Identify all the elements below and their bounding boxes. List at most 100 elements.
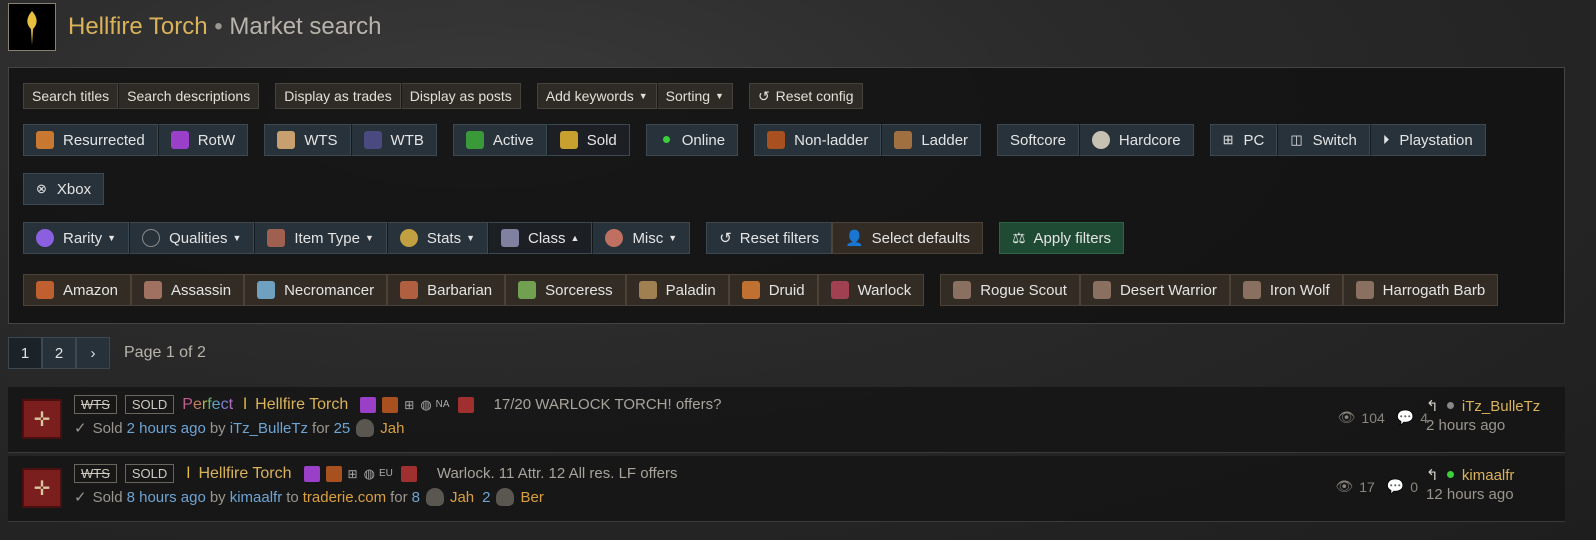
active-toggle[interactable]: Active: [452, 124, 547, 156]
label: Resurrected: [63, 131, 145, 149]
label: Xbox: [56, 180, 92, 198]
add-keywords-dropdown[interactable]: Add keywords ▼: [536, 83, 657, 109]
seller-link[interactable]: kimaalfr: [230, 489, 283, 506]
non-ladder-icon: [325, 465, 342, 482]
non-ladder-toggle[interactable]: Non-ladder: [754, 124, 882, 156]
page-title: Hellfire Torch • Market search: [68, 13, 381, 41]
next-page-button[interactable]: ›: [76, 337, 110, 369]
class-icon: [501, 229, 519, 247]
pc-toggle[interactable]: ⊞ PC: [1209, 124, 1278, 156]
class-dropdown[interactable]: Class ▲: [488, 222, 593, 254]
harrogath-barb-icon: [1355, 281, 1374, 299]
reset-config-button[interactable]: ↺ Reset config: [748, 83, 863, 109]
class-warlock-button[interactable]: Warlock: [817, 274, 925, 306]
check-icon: ✓: [74, 489, 87, 506]
merc-desert-warrior-button[interactable]: Desert Warrior: [1079, 274, 1230, 306]
qualities-icon: [142, 229, 161, 247]
sorting-dropdown[interactable]: Sorting ▼: [656, 83, 733, 109]
online-toggle[interactable]: Online: [645, 124, 739, 156]
title-separator: •: [214, 13, 223, 40]
item-type-dropdown[interactable]: Item Type ▼: [254, 222, 387, 254]
torch-logo-icon: [8, 3, 56, 51]
apply-filters-button[interactable]: ⚖ Apply filters: [999, 222, 1125, 254]
seller-link[interactable]: iTz_BulleTz: [230, 420, 308, 437]
globe-icon: ◍: [420, 396, 432, 412]
label: Rogue Scout: [980, 281, 1067, 299]
ladder-toggle[interactable]: Ladder: [881, 124, 982, 156]
rotw-icon: [170, 131, 189, 149]
sold-time: 2 hours ago: [126, 419, 206, 437]
iron-wolf-icon: [1242, 281, 1261, 299]
user-block: ↰ iTz_BulleTz 2 hours ago: [1426, 397, 1540, 434]
resurrected-toggle[interactable]: Resurrected: [23, 124, 158, 156]
reply-icon: ↰: [1426, 398, 1439, 415]
item-name[interactable]: Hellfire Torch: [198, 465, 291, 483]
playstation-icon: ⏵: [1382, 132, 1390, 147]
label: Misc: [632, 229, 664, 247]
comment-icon: 💬: [1396, 409, 1415, 425]
class-assassin-button[interactable]: Assassin: [131, 274, 245, 306]
eye-icon: 👁: [1337, 409, 1356, 425]
username-link[interactable]: kimaalfr: [1462, 467, 1515, 484]
rarity-dropdown[interactable]: Rarity ▼: [23, 222, 130, 254]
chevron-down-icon: ▼: [232, 233, 242, 243]
reply-icon: ↰: [1426, 467, 1439, 484]
listing-row[interactable]: ✛ WTS SOLD Perfect ǀ Hellfire Torch ⊞ ◍ …: [8, 387, 1565, 453]
select-defaults-button[interactable]: 👤 Select defaults: [831, 222, 984, 254]
class-necromancer-button[interactable]: Necromancer: [244, 274, 388, 306]
qualities-dropdown[interactable]: Qualities ▼: [129, 222, 255, 254]
sold-toggle[interactable]: Sold: [546, 124, 630, 156]
username-link[interactable]: iTz_BulleTz: [1462, 398, 1540, 415]
display-trades-button[interactable]: Display as trades: [275, 83, 401, 109]
xbox-toggle[interactable]: ⊗ Xbox: [23, 173, 105, 205]
sold-tag: SOLD: [124, 395, 175, 414]
wtb-toggle[interactable]: WTB: [350, 124, 437, 156]
hardcore-toggle[interactable]: Hardcore: [1078, 124, 1194, 156]
label: Ladder: [921, 131, 969, 149]
rotw-toggle[interactable]: RotW: [157, 124, 249, 156]
class-barbarian-button[interactable]: Barbarian: [387, 274, 506, 306]
merc-iron-wolf-button[interactable]: Iron Wolf: [1229, 274, 1343, 306]
display-posts-button[interactable]: Display as posts: [400, 83, 521, 109]
misc-dropdown[interactable]: Misc ▼: [592, 222, 691, 254]
class-druid-button[interactable]: Druid: [728, 274, 818, 306]
playstation-toggle[interactable]: ⏵ Playstation: [1369, 124, 1486, 156]
title-subtitle: Market search: [229, 13, 382, 40]
label: Sorting: [665, 88, 711, 104]
jah-rune-icon: [356, 419, 375, 437]
merc-rogue-scout-button[interactable]: Rogue Scout: [940, 274, 1080, 306]
misc-icon: [605, 229, 624, 247]
switch-toggle[interactable]: ◫ Switch: [1277, 124, 1370, 156]
paladin-icon: [638, 281, 657, 299]
stats-dropdown[interactable]: Stats ▼: [386, 222, 488, 254]
page-2-button[interactable]: 2: [42, 337, 76, 369]
class-sorceress-button[interactable]: Sorceress: [505, 274, 626, 306]
label: Active: [492, 131, 534, 149]
reset-filters-button[interactable]: ↺ Reset filters: [706, 222, 832, 254]
stats-icon: [399, 229, 418, 247]
page-1-button[interactable]: 1: [8, 337, 42, 369]
user-avatar: ✛: [22, 399, 62, 439]
label: Druid: [768, 281, 805, 299]
label: Search: [127, 88, 172, 104]
sorceress-icon: [518, 281, 537, 299]
view-count: 104: [1361, 409, 1385, 426]
barbarian-icon: [400, 281, 419, 299]
class-amazon-button[interactable]: Amazon: [23, 274, 132, 306]
search-titles-button[interactable]: Search titles: [23, 83, 119, 109]
region-label: EU: [378, 468, 393, 479]
for-label: for: [390, 488, 408, 506]
class-paladin-button[interactable]: Paladin: [625, 274, 729, 306]
merc-harrogath-barb-button[interactable]: Harrogath Barb: [1342, 274, 1499, 306]
site-link[interactable]: traderie.com: [303, 489, 386, 506]
softcore-toggle[interactable]: Softcore: [997, 124, 1079, 156]
listing-row[interactable]: ✛ WTS SOLD ǀ Hellfire Torch ⊞ ◍ EU Warlo…: [8, 456, 1565, 522]
label: Reset filters: [739, 229, 819, 247]
search-descriptions-button[interactable]: Search descriptions: [118, 83, 260, 109]
view-count: 17: [1359, 478, 1375, 495]
non-ladder-icon: [382, 396, 399, 413]
item-name[interactable]: Hellfire Torch: [255, 396, 348, 414]
wts-toggle[interactable]: WTS: [264, 124, 351, 156]
comment-icon: 💬: [1386, 478, 1405, 494]
post-time: 2 hours ago: [1426, 417, 1506, 434]
